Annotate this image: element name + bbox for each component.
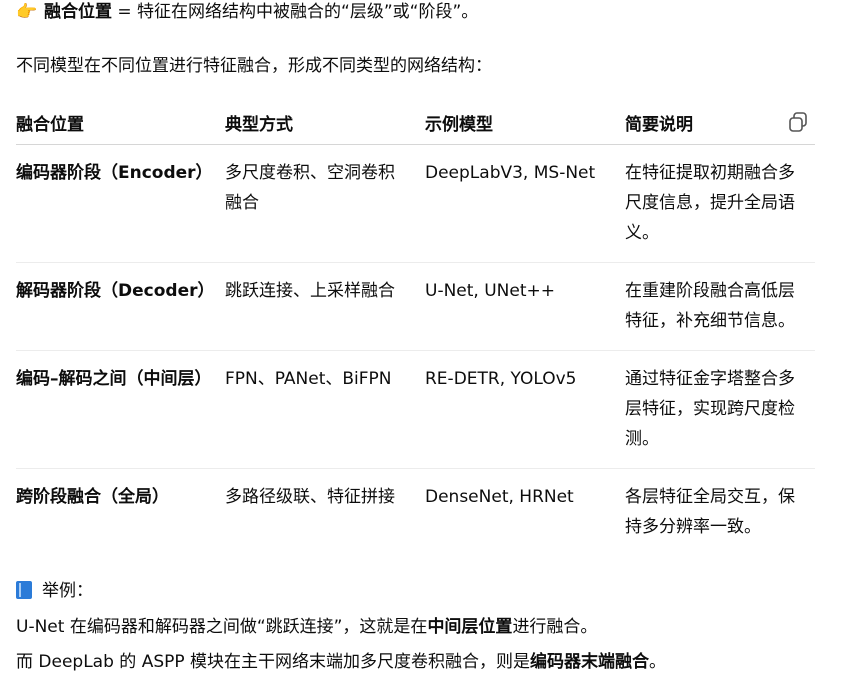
- book-icon: [16, 581, 32, 599]
- cell-desc: 各层特征全局交互，保持多分辨率一致。: [625, 486, 795, 537]
- header-models: 示例模型: [425, 100, 625, 145]
- pointing-right-icon: 👉: [16, 2, 38, 22]
- cell-method: 多尺度卷积、空洞卷积融合: [225, 144, 425, 263]
- example-2-bold: 编码器末端融合: [530, 652, 650, 672]
- cell-models: U-Net, UNet++: [425, 262, 625, 351]
- cell-position: 编码–解码之间（中间层）: [16, 350, 225, 469]
- table-row: 跨阶段融合（全局） 多路径级联、特征拼接 DenseNet, HRNet 各层特…: [16, 468, 815, 556]
- table-row: 编码–解码之间（中间层） FPN、PANet、BiFPN RE-DETR, YO…: [16, 350, 815, 469]
- example-line-1: U-Net 在编码器和解码器之间做“跳跃连接”，这就是在中间层位置进行融合。: [16, 615, 597, 639]
- cell-models: DeepLabV3, MS-Net: [425, 144, 625, 263]
- table: 融合位置 典型方式 示例模型 简要说明 编码器阶段（Encoder） 多尺度卷积…: [16, 100, 815, 556]
- example-label-text: 举例：: [42, 581, 93, 601]
- heading-bold: 融合位置: [44, 2, 112, 22]
- example-1-bold: 中间层位置: [427, 617, 513, 637]
- cell-models: DenseNet, HRNet: [425, 486, 574, 507]
- cell-position: 编码器阶段（Encoder）: [16, 144, 225, 263]
- header-method: 典型方式: [225, 100, 425, 145]
- example-1-pre: U-Net 在编码器和解码器之间做“跳跃连接”，这就是在: [16, 617, 428, 637]
- table-row: 编码器阶段（Encoder） 多尺度卷积、空洞卷积融合 DeepLabV3, M…: [16, 144, 815, 263]
- table-header-row: 融合位置 典型方式 示例模型 简要说明: [16, 100, 815, 145]
- example-label: 举例：: [16, 579, 93, 603]
- cell-models: RE-DETR, YOLOv5: [425, 350, 625, 469]
- cell-position: 解码器阶段（Decoder）: [16, 262, 225, 351]
- cell-desc: 通过特征金字塔整合多层特征，实现跨尺度检测。: [625, 350, 815, 469]
- cell-desc: 在重建阶段融合高低层特征，补充细节信息。: [625, 262, 815, 351]
- table-row: 解码器阶段（Decoder） 跳跃连接、上采样融合 U-Net, UNet++ …: [16, 262, 815, 351]
- fusion-position-table: 融合位置 典型方式 示例模型 简要说明 编码器阶段（Encoder） 多尺度卷积…: [16, 100, 815, 556]
- cell-method: 跳跃连接、上采样融合: [225, 262, 425, 351]
- header-position: 融合位置: [16, 100, 225, 145]
- example-2-post: 。: [649, 652, 667, 672]
- cell-desc: 在特征提取初期融合多尺度信息，提升全局语义。: [625, 144, 815, 263]
- example-2-pre: 而 DeepLab 的 ASPP 模块在主干网络末端加多尺度卷积融合，则是: [16, 652, 531, 672]
- example-line-2: 而 DeepLab 的 ASPP 模块在主干网络末端加多尺度卷积融合，则是编码器…: [16, 650, 666, 674]
- cell-method: FPN、PANet、BiFPN: [225, 350, 425, 469]
- copy-icon[interactable]: [787, 111, 809, 133]
- intro-text: 不同模型在不同位置进行特征融合，形成不同类型的网络结构：: [16, 56, 492, 76]
- heading-rest: = 特征在网络结构中被融合的“层级”或“阶段”。: [112, 2, 479, 22]
- section-heading: 👉 融合位置 = 特征在网络结构中被融合的“层级”或“阶段”。: [16, 0, 478, 24]
- cell-method: 多路径级联、特征拼接: [225, 486, 395, 507]
- example-1-post: 进行融合。: [512, 617, 598, 637]
- cell-position: 跨阶段融合（全局）: [16, 486, 169, 507]
